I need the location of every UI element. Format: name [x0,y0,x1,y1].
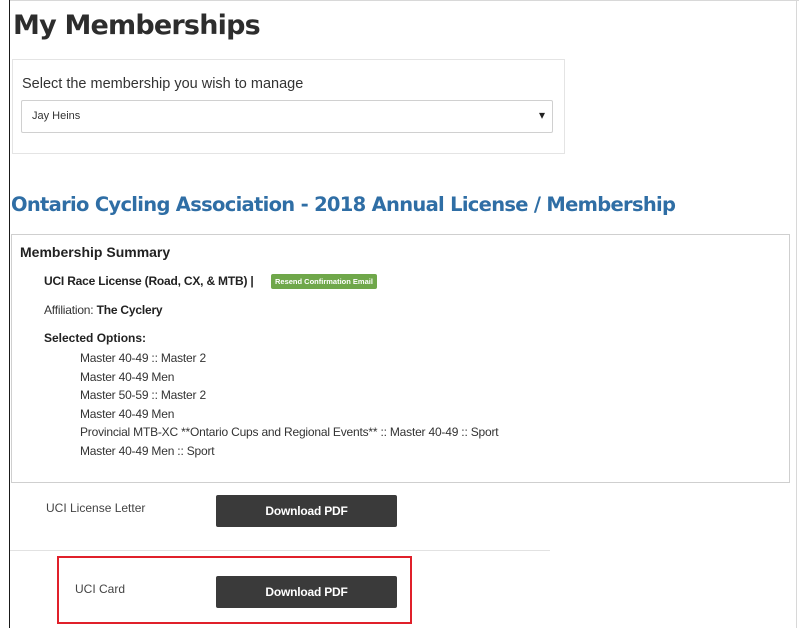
resend-confirmation-button[interactable]: Resend Confirmation Email [271,274,377,289]
selected-options-list: Master 40-49 :: Master 2 Master 40-49 Me… [80,349,499,460]
page-title: My Memberships [13,10,261,41]
section-divider [10,550,550,551]
affiliation-label: Affiliation: [44,303,94,317]
uci-license-letter-label: UCI License Letter [46,501,146,515]
frame-top-border [9,0,799,1]
selected-option: Master 40-49 :: Master 2 [80,351,206,365]
selected-option: Provincial MTB-XC **Ontario Cups and Reg… [80,425,499,439]
license-type: UCI Race License (Road, CX, & MTB) | [44,274,254,288]
membership-summary-panel: Membership Summary UCI Race License (Roa… [11,234,790,483]
uci-card-label: UCI Card [75,582,126,596]
selected-option: Master 40-49 Men [80,369,175,384]
frame-right-border [796,0,797,628]
membership-select-label: Select the membership you wish to manage [22,76,304,92]
affiliation: Affiliation: The Cyclery [44,303,163,317]
frame-left-border [9,0,10,628]
affiliation-value: The Cyclery [96,303,163,317]
summary-heading: Membership Summary [20,244,171,260]
download-uci-card-button[interactable]: Download PDF [216,576,397,608]
caret-down-icon: ▾ [538,108,545,122]
selected-option: Master 40-49 Men :: Sport [80,443,215,458]
download-license-letter-button[interactable]: Download PDF [216,495,397,527]
membership-select[interactable]: Jay Heins ▾ [21,100,553,133]
membership-title: Ontario Cycling Association - 2018 Annua… [11,193,676,216]
membership-select-panel: Select the membership you wish to manage… [12,59,565,154]
selected-options-heading: Selected Options: [44,331,147,345]
selected-option: Master 50-59 :: Master 2 [80,388,206,402]
membership-select-value: Jay Heins [32,110,81,122]
selected-option: Master 40-49 Men [80,406,175,421]
